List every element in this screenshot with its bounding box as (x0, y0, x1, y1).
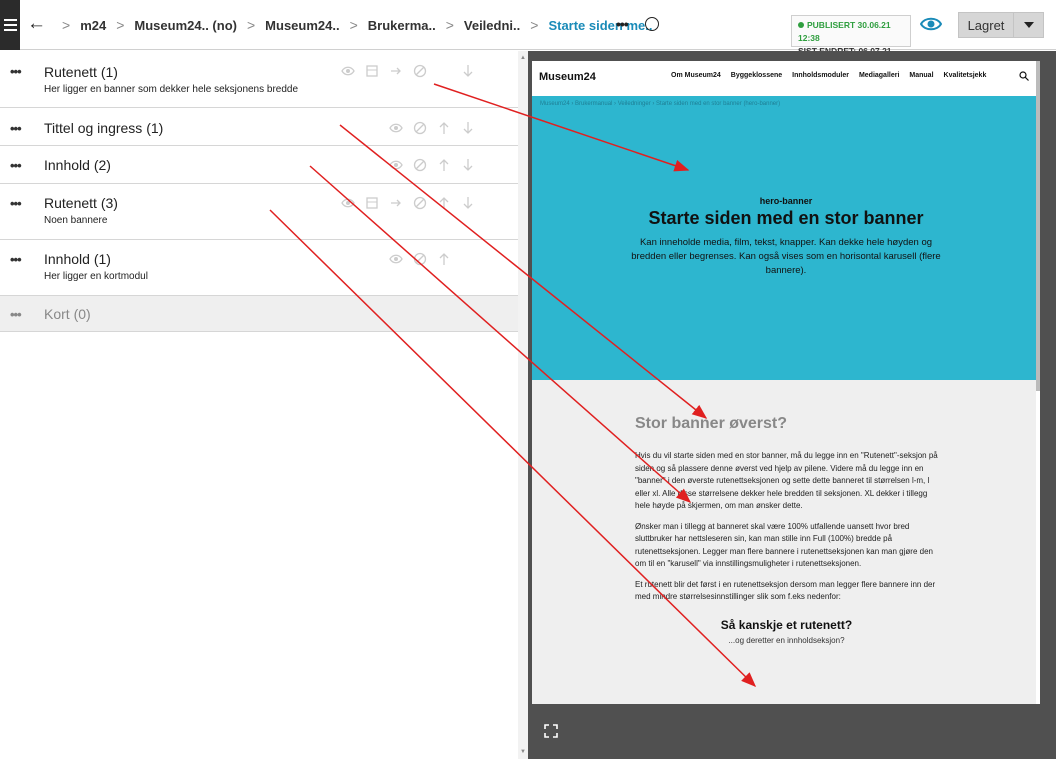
section-title: Innhold (2) (44, 157, 111, 173)
top-bar: ← > m24 > Museum24.. (no) > Museum24.. >… (0, 0, 1056, 69)
settings-icon[interactable] (365, 196, 379, 210)
breadcrumb-separator: > (349, 17, 358, 33)
hero-eyebrow: hero-banner (759, 196, 813, 206)
visibility-icon[interactable] (341, 64, 355, 78)
arrow-down-icon[interactable] (461, 64, 475, 78)
more-icon[interactable]: ••• (10, 252, 22, 267)
nav-link[interactable]: Innholdsmoduler (792, 72, 849, 79)
content-subtext: ...og deretter en innholdseksjon? (728, 635, 845, 645)
section-row-disabled[interactable]: ••• Kort (0) (0, 296, 518, 332)
search-icon[interactable] (1019, 71, 1029, 81)
status-dot-icon (798, 22, 804, 28)
published-status: PUBLISERT 30.06.21 12:38 (798, 20, 891, 43)
breadcrumb-separator: > (62, 17, 71, 33)
more-icon[interactable]: ••• (10, 158, 22, 173)
section-subtitle: Her ligger en banner som dekker hele sek… (44, 84, 299, 95)
hero-text: Kan inneholde media, film, tekst, knappe… (631, 237, 941, 276)
breadcrumb-current[interactable]: Starte siden me.. (548, 18, 652, 33)
preview-panel: Museum24 Om Museum24 Byggeklossene Innho… (528, 51, 1056, 759)
hamburger-icon[interactable] (0, 0, 20, 50)
content-heading: Stor banner øverst? (635, 415, 788, 432)
scroll-down-icon[interactable]: ▼ (520, 749, 526, 755)
arrow-down-icon[interactable] (461, 196, 475, 210)
section-subtitle: Noen bannere (44, 215, 108, 226)
section-row[interactable]: ••• Innhold (2) (0, 146, 518, 184)
visibility-icon[interactable] (341, 196, 355, 210)
section-title: Rutenett (3) (44, 195, 118, 211)
breadcrumb-item[interactable]: Brukerma.. (368, 18, 436, 33)
section-title: Tittel og ingress (1) (44, 120, 164, 136)
nav-link[interactable]: Om Museum24 (671, 72, 721, 79)
hero-banner: Museum24 › Brukermanual › Veiledninger ›… (532, 96, 1040, 380)
circle-icon[interactable] (645, 17, 659, 31)
arrow-up-icon[interactable] (437, 158, 451, 172)
arrow-up-icon[interactable] (437, 121, 451, 135)
more-icon[interactable]: ••• (616, 16, 629, 32)
breadcrumb-item[interactable]: m24 (80, 18, 106, 33)
arrow-up-icon[interactable] (437, 196, 451, 210)
more-icon[interactable]: ••• (10, 196, 22, 211)
site-logo[interactable]: Museum24 (539, 71, 596, 83)
disable-icon[interactable] (413, 252, 427, 266)
back-arrow-icon[interactable]: ← (27, 13, 46, 35)
arrow-down-icon[interactable] (461, 121, 475, 135)
disable-icon[interactable] (413, 158, 427, 172)
site-nav: Om Museum24 Byggeklossene Innholdsmodule… (671, 72, 986, 79)
chevron-down-icon[interactable] (1014, 12, 1044, 38)
section-row[interactable]: ••• Rutenett (1) Her ligger en banner so… (0, 51, 518, 108)
breadcrumb-item[interactable]: Museum24.. (265, 18, 339, 33)
content-paragraph: Et rutenett blir det først i en rutenett… (635, 579, 936, 602)
scroll-thumb[interactable] (1036, 61, 1040, 391)
visibility-icon[interactable] (389, 158, 403, 172)
move-icon[interactable] (389, 64, 403, 78)
status-badge: PUBLISERT 30.06.21 12:38 SIST ENDRET: 06… (791, 15, 911, 69)
move-icon[interactable] (389, 196, 403, 210)
arrow-up-icon[interactable] (437, 252, 451, 266)
breadcrumb-separator: > (116, 17, 125, 33)
fullscreen-icon[interactable] (544, 724, 558, 738)
disable-icon[interactable] (413, 121, 427, 135)
site-preview: Museum24 Om Museum24 Byggeklossene Innho… (532, 61, 1040, 704)
breadcrumb-separator: > (445, 17, 454, 33)
settings-icon[interactable] (365, 64, 379, 78)
more-icon[interactable]: ••• (10, 64, 22, 79)
content-paragraph: Ønsker man i tillegg at banneret skal væ… (635, 521, 933, 569)
more-icon[interactable]: ••• (10, 307, 22, 322)
section-subtitle: Her ligger en kortmodul (44, 271, 148, 282)
eye-icon[interactable] (920, 15, 942, 33)
arrow-down-icon[interactable] (461, 158, 475, 172)
visibility-icon[interactable] (389, 121, 403, 135)
section-row[interactable]: ••• Rutenett (3) Noen bannere (0, 184, 518, 240)
nav-link[interactable]: Byggeklossene (731, 72, 782, 79)
breadcrumb-separator: > (530, 17, 539, 33)
visibility-icon[interactable] (389, 252, 403, 266)
content-subheading: Så kanskje et rutenett? (720, 617, 853, 632)
section-title: Innhold (1) (44, 251, 111, 267)
hero-title: Starte siden med en stor banner (648, 208, 924, 228)
nav-link[interactable]: Manual (909, 72, 933, 79)
site-header: Museum24 Om Museum24 Byggeklossene Innho… (532, 61, 1040, 96)
breadcrumb: > m24 > Museum24.. (no) > Museum24.. > B… (52, 0, 652, 50)
disable-icon[interactable] (413, 196, 427, 210)
scroll-up-icon[interactable]: ▲ (520, 55, 526, 61)
preview-scrollbar[interactable] (1036, 61, 1040, 704)
section-row[interactable]: ••• Innhold (1) Her ligger en kortmodul (0, 240, 518, 296)
scrollbar[interactable]: ▲ ▼ (518, 51, 528, 759)
breadcrumb-item[interactable]: Museum24.. (no) (134, 18, 237, 33)
content-paragraph: Hvis du vil starte siden med en stor ban… (635, 451, 938, 510)
section-title: Rutenett (1) (44, 64, 118, 80)
disable-icon[interactable] (413, 64, 427, 78)
section-title: Kort (0) (44, 306, 91, 322)
breadcrumb-separator: > (246, 17, 256, 33)
save-button[interactable]: Lagret (958, 12, 1014, 38)
more-icon[interactable]: ••• (10, 121, 22, 136)
content-section: Stor banner øverst? Hvis du vil starte s… (635, 415, 938, 645)
nav-link[interactable]: Kvalitetsjekk (944, 72, 987, 79)
breadcrumb-item[interactable]: Veiledni.. (464, 18, 520, 33)
section-list: ••• Rutenett (1) Her ligger en banner so… (0, 51, 518, 759)
section-row[interactable]: ••• Tittel og ingress (1) (0, 108, 518, 146)
site-breadcrumb[interactable]: Museum24 › Brukermanual › Veiledninger ›… (540, 101, 780, 107)
nav-link[interactable]: Mediagalleri (859, 72, 899, 79)
